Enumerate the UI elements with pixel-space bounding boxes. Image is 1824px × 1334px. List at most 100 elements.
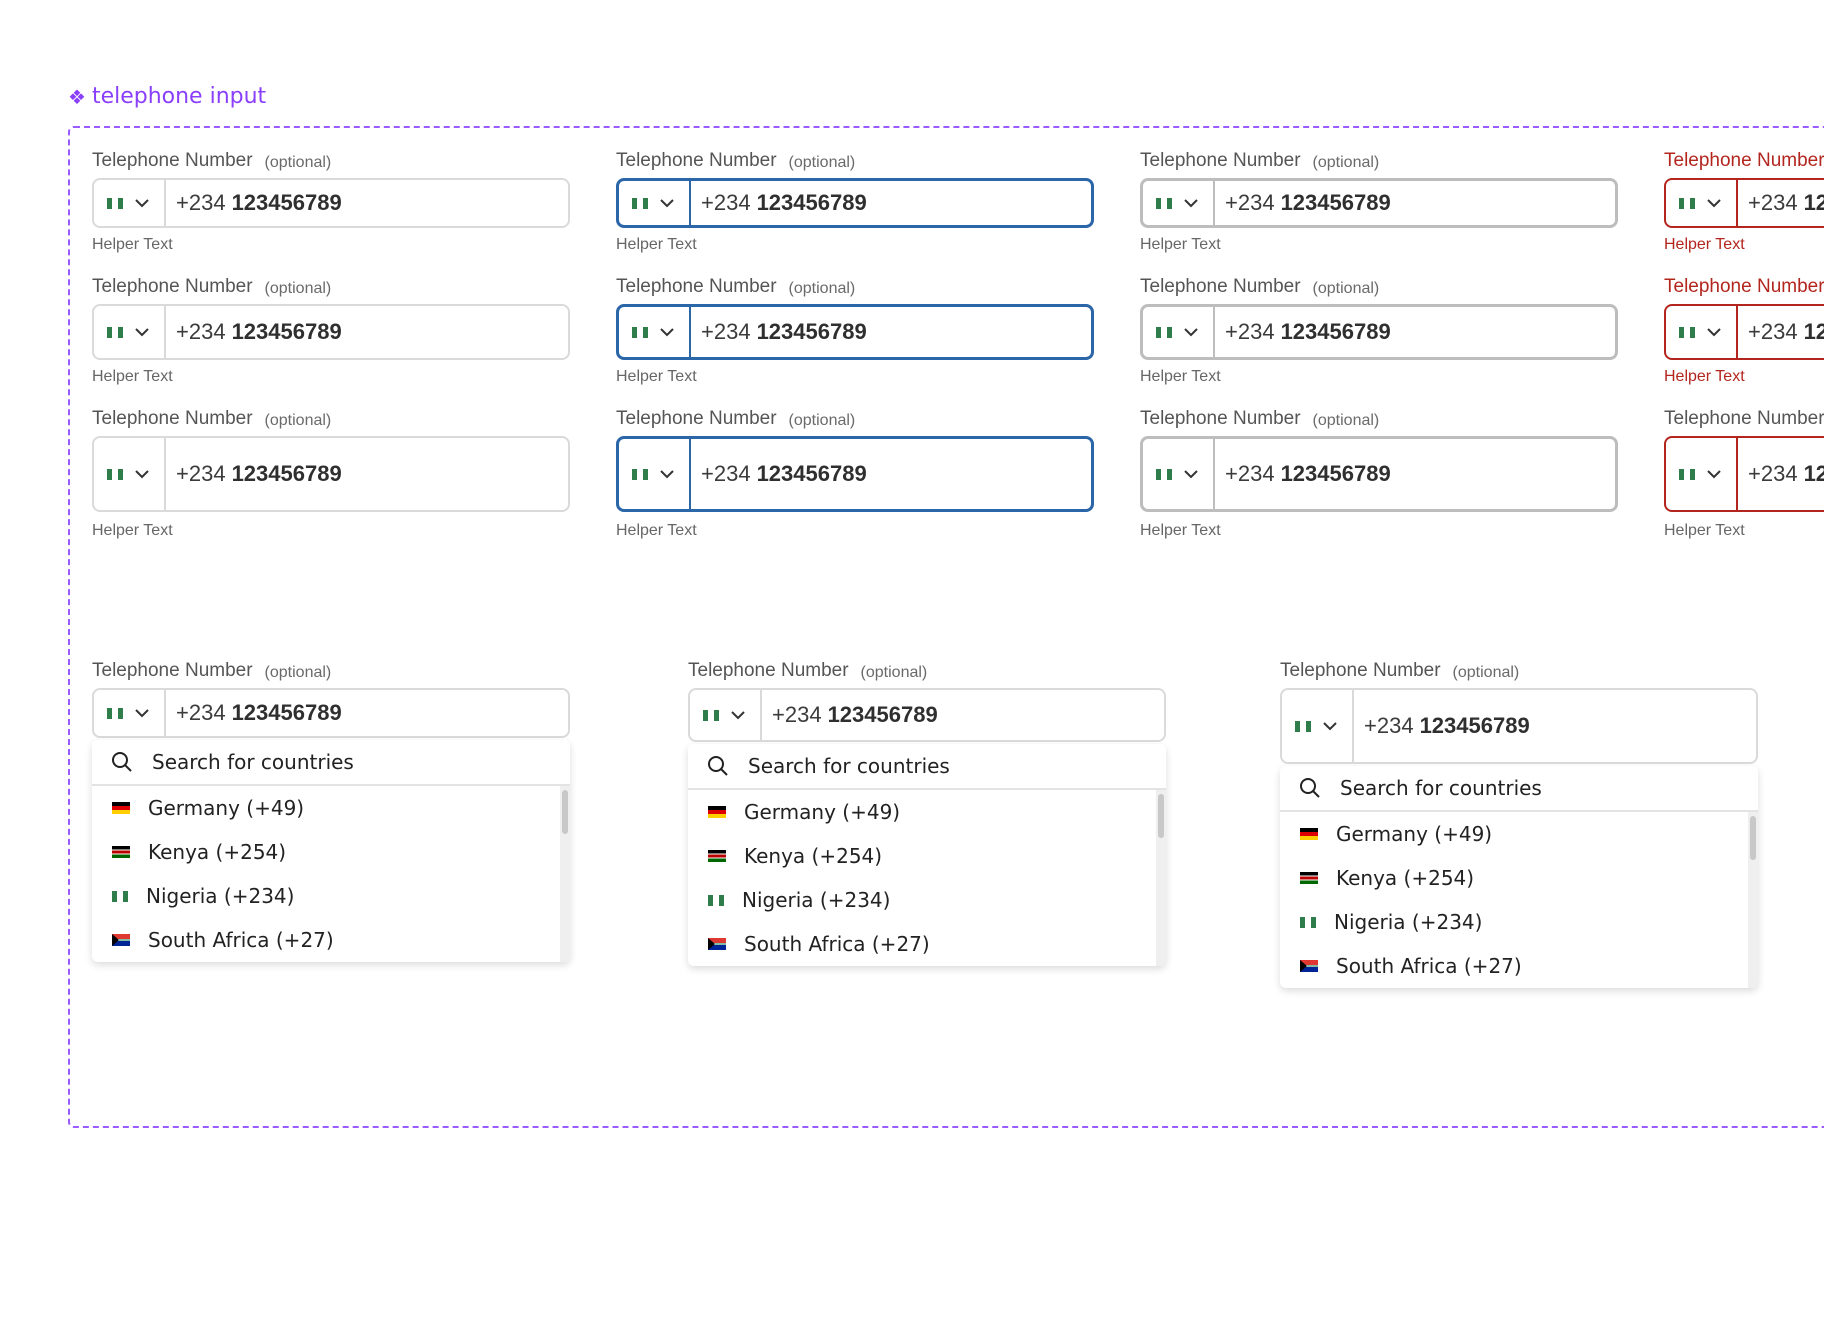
optional-tag: (optional) bbox=[1312, 280, 1380, 297]
phone-number-value[interactable]: +234123456789 bbox=[1215, 307, 1391, 357]
country-option-germany[interactable]: Germany (+49) bbox=[1280, 812, 1748, 856]
country-option-nigeria[interactable]: Nigeria (+234) bbox=[92, 874, 560, 918]
helper-text: Helper Text bbox=[92, 368, 173, 385]
phone-number: 123456789 bbox=[1280, 190, 1391, 215]
optional-tag: (optional) bbox=[264, 664, 332, 681]
scrollbar[interactable] bbox=[1156, 790, 1166, 966]
country-option-nigeria[interactable]: Nigeria (+234) bbox=[1280, 900, 1748, 944]
country-code-select[interactable] bbox=[619, 181, 691, 225]
chevron-down-icon bbox=[1707, 328, 1721, 337]
south-africa-flag-icon bbox=[1300, 960, 1318, 972]
phone-number-value[interactable]: +234123456789 bbox=[1738, 438, 1824, 510]
telephone-input[interactable]: +234 123456789 bbox=[92, 178, 570, 228]
telephone-input[interactable]: +234 123456789 bbox=[1280, 688, 1758, 764]
scrollbar[interactable] bbox=[560, 786, 570, 962]
phone-number-value[interactable]: +234123456789 bbox=[691, 307, 867, 357]
country-code-select[interactable] bbox=[1143, 307, 1215, 357]
helper-text: Helper Text bbox=[1664, 368, 1745, 385]
dial-code: +234 bbox=[1748, 319, 1798, 344]
tel-field-default-sm: Telephone Number (optional) +234 123456789… bbox=[92, 144, 570, 254]
phone-number-value[interactable]: +234123456789 bbox=[1738, 180, 1824, 226]
helper-text: Helper Text bbox=[1664, 236, 1745, 253]
helper-text: Helper Text bbox=[616, 236, 697, 253]
chevron-down-icon bbox=[1184, 470, 1198, 479]
country-option-nigeria[interactable]: Nigeria (+234) bbox=[688, 878, 1156, 922]
phone-number-value[interactable]: +234123456789 bbox=[166, 180, 342, 226]
dial-code: +234 bbox=[176, 190, 226, 215]
telephone-input[interactable]: +234 123456789 bbox=[92, 304, 570, 360]
nigeria-flag-icon bbox=[632, 197, 648, 209]
country-code-select[interactable] bbox=[94, 180, 166, 226]
country-search-input[interactable]: Search for countries bbox=[1280, 766, 1758, 812]
chevron-down-icon bbox=[731, 711, 745, 720]
optional-tag: (optional) bbox=[860, 664, 928, 681]
phone-number: 123456789 bbox=[756, 461, 867, 486]
telephone-input-filled[interactable]: +234 123456789 bbox=[1140, 178, 1618, 228]
tel-field-focus-sm: Telephone Number (optional) +234 123456789… bbox=[616, 144, 1094, 254]
country-option-kenya[interactable]: Kenya (+254) bbox=[92, 830, 560, 874]
country-code-select[interactable] bbox=[619, 439, 691, 509]
country-code-select[interactable] bbox=[619, 307, 691, 357]
country-code-select[interactable] bbox=[1143, 439, 1215, 509]
phone-number-value[interactable]: +234123456789 bbox=[1738, 306, 1824, 358]
telephone-input[interactable]: +234 123456789 bbox=[92, 688, 570, 738]
country-option-germany[interactable]: Germany (+49) bbox=[688, 790, 1156, 834]
telephone-input-error[interactable]: +234123456789 bbox=[1664, 436, 1824, 512]
country-option-south-africa[interactable]: South Africa (+27) bbox=[1280, 944, 1748, 988]
country-code-select[interactable] bbox=[690, 690, 762, 740]
country-code-select[interactable] bbox=[94, 690, 166, 736]
telephone-input-focused[interactable]: +234 123456789 bbox=[616, 304, 1094, 360]
phone-number-value[interactable]: +234123456789 bbox=[1215, 181, 1391, 225]
phone-number-value[interactable]: +234123456789 bbox=[166, 306, 342, 358]
chevron-down-icon bbox=[135, 709, 149, 718]
telephone-input-focused[interactable]: +234 123456789 bbox=[616, 436, 1094, 512]
phone-number-value[interactable]: +234123456789 bbox=[166, 438, 342, 510]
phone-number-value[interactable]: +234123456789 bbox=[1215, 439, 1391, 509]
country-code-select[interactable] bbox=[1666, 438, 1738, 510]
country-code-select[interactable] bbox=[1666, 306, 1738, 358]
phone-number: 123456789 bbox=[1803, 190, 1824, 215]
telephone-input-filled[interactable]: +234 123456789 bbox=[1140, 304, 1618, 360]
search-placeholder: Search for countries bbox=[1340, 776, 1542, 800]
scrollbar-thumb[interactable] bbox=[1158, 794, 1164, 838]
field-label: Telephone Number bbox=[1140, 150, 1301, 171]
country-code-select[interactable] bbox=[1282, 690, 1354, 762]
country-option-south-africa[interactable]: South Africa (+27) bbox=[92, 918, 560, 962]
country-code-select[interactable] bbox=[1143, 181, 1215, 225]
country-code-select[interactable] bbox=[94, 438, 166, 510]
country-option-kenya[interactable]: Kenya (+254) bbox=[1280, 856, 1748, 900]
optional-tag: (optional) bbox=[1312, 154, 1380, 171]
telephone-input-focused[interactable]: +234 123456789 bbox=[616, 178, 1094, 228]
country-search-input[interactable]: Search for countries bbox=[92, 740, 570, 786]
telephone-input-error[interactable]: +234123456789 bbox=[1664, 304, 1824, 360]
chevron-down-icon bbox=[1184, 199, 1198, 208]
country-name: Nigeria (+234) bbox=[146, 884, 295, 908]
telephone-input[interactable]: +234 123456789 bbox=[92, 436, 570, 512]
country-list: Germany (+49) Kenya (+254) Nigeria (+234… bbox=[92, 786, 570, 962]
phone-number-value[interactable]: +234123456789 bbox=[691, 439, 867, 509]
tel-field-error-sm: Telephone Number(optional) +234123456789… bbox=[1664, 144, 1824, 254]
country-code-select[interactable] bbox=[1666, 180, 1738, 226]
scrollbar-thumb[interactable] bbox=[1750, 816, 1756, 860]
chevron-down-icon bbox=[135, 470, 149, 479]
country-option-germany[interactable]: Germany (+49) bbox=[92, 786, 560, 830]
country-code-select[interactable] bbox=[94, 306, 166, 358]
country-dropdown: Search for countries Germany (+49) Kenya… bbox=[688, 744, 1166, 966]
telephone-input-error[interactable]: +234123456789 bbox=[1664, 178, 1824, 228]
search-icon bbox=[708, 756, 728, 776]
phone-number-value[interactable]: +234123456789 bbox=[762, 690, 938, 740]
country-name: South Africa (+27) bbox=[744, 932, 930, 956]
country-option-south-africa[interactable]: South Africa (+27) bbox=[688, 922, 1156, 966]
telephone-input[interactable]: +234 123456789 bbox=[688, 688, 1166, 742]
scrollbar-thumb[interactable] bbox=[562, 790, 568, 834]
phone-number-value[interactable]: +234123456789 bbox=[1354, 690, 1530, 762]
dial-code: +234 bbox=[1364, 713, 1414, 738]
scrollbar[interactable] bbox=[1748, 812, 1758, 988]
phone-number-value[interactable]: +234123456789 bbox=[691, 181, 867, 225]
phone-number-value[interactable]: +234123456789 bbox=[166, 690, 342, 736]
chevron-down-icon bbox=[660, 328, 674, 337]
country-search-input[interactable]: Search for countries bbox=[688, 744, 1166, 790]
country-option-kenya[interactable]: Kenya (+254) bbox=[688, 834, 1156, 878]
telephone-input-filled[interactable]: +234 123456789 bbox=[1140, 436, 1618, 512]
dial-code: +234 bbox=[701, 190, 751, 215]
